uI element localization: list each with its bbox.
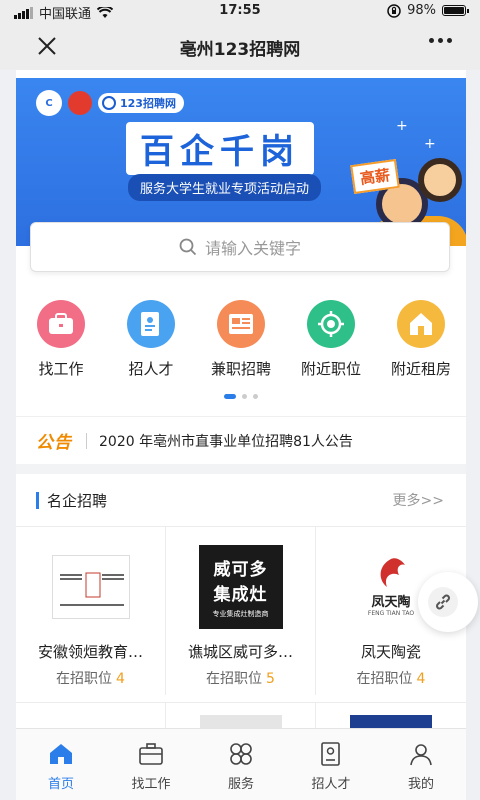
menu-item-part-time[interactable]: 兼职招聘 (196, 300, 286, 384)
search-icon (179, 238, 197, 256)
status-right: 98% (387, 3, 469, 18)
briefcase-icon (37, 300, 85, 348)
banner-person-illustration (418, 158, 462, 202)
company-logo (200, 715, 282, 728)
company-card[interactable] (16, 703, 166, 728)
more-icon[interactable] (429, 38, 452, 43)
section-header: 名企招聘 更多>> (16, 474, 466, 526)
logo-tagline: 专业集成灶制造商 (212, 610, 269, 618)
menu-item-label: 附近职位 (300, 360, 361, 378)
site-logo: 123招聘网 (98, 93, 184, 113)
tab-recruit[interactable]: 招人才 (286, 729, 376, 800)
nav-bar: 亳州123招聘网 (0, 22, 480, 70)
quick-menu: 找工作 招人才 兼职招聘 附近职位 附近租房 (16, 300, 466, 384)
company-card[interactable]: 安徽领烜教育… 在招职位 4 (16, 527, 166, 695)
more-link[interactable]: 更多>> (393, 490, 444, 510)
menu-item-find-job[interactable]: 找工作 (16, 300, 106, 384)
briefcase-icon (139, 743, 163, 765)
section-title: 名企招聘 (47, 491, 108, 510)
target-icon (307, 300, 355, 348)
tab-bar: 首页 找工作 服务 招人才 我的 (16, 728, 466, 800)
org-logo-icon: C (36, 90, 62, 116)
menu-item-nearby-rentals[interactable]: 附近租房 (376, 300, 466, 384)
company-jobs: 在招职位 4 (56, 671, 125, 687)
house-icon (397, 300, 445, 348)
phoenix-icon (380, 558, 405, 587)
tab-label: 找工作 (131, 777, 171, 792)
company-card[interactable] (166, 703, 316, 728)
carousel-indicator (16, 394, 466, 399)
resume-icon (321, 742, 340, 766)
list-card-icon (217, 300, 265, 348)
menu-item-label: 兼职招聘 (210, 360, 271, 378)
logo-text: 集成灶 (213, 585, 268, 605)
tab-label: 服务 (227, 777, 254, 792)
logo-tagline: FENG TIAN TAO (367, 610, 415, 617)
carousel-dot[interactable] (253, 394, 258, 399)
logo-text: 凤天陶 (371, 595, 411, 610)
company-card[interactable]: 威可多 集成灶 专业集成灶制造商 谯城区威可多… 在招职位 5 (166, 527, 316, 695)
company-list-next-row (16, 702, 466, 728)
notice-text[interactable]: 2020 年亳州市直事业单位招聘81人公告 (99, 431, 353, 451)
clover-icon (230, 743, 252, 765)
banner-subtitle: 服务大学生就业专项活动启动 (128, 174, 322, 201)
banner-logos: C 123招聘网 (36, 90, 184, 116)
company-name: 凤天陶瓷 (360, 643, 421, 661)
company-list: 安徽领烜教育… 在招职位 4 威可多 集成灶 专业集成灶制造商 谯城区威可多… 在… (16, 526, 466, 700)
tab-label: 招人才 (311, 777, 351, 792)
menu-item-nearby-jobs[interactable]: 附近职位 (286, 300, 376, 384)
job-count: 4 (116, 671, 125, 687)
search-input[interactable]: 请输入关键字 (30, 222, 450, 272)
page-title: 亳州123招聘网 (179, 40, 301, 60)
tab-services[interactable]: 服务 (196, 729, 286, 800)
link-icon (428, 587, 458, 617)
search-placeholder: 请输入关键字 (204, 239, 301, 258)
page-content[interactable]: C 123招聘网 + + 百企千岗 服务大学生就业专项活动启动 高薪 请输入关键… (16, 70, 466, 728)
tab-label: 我的 (407, 777, 434, 792)
promo-banner[interactable]: C 123招聘网 + + 百企千岗 服务大学生就业专项活动启动 高薪 (16, 78, 466, 246)
section-accent-bar (36, 491, 39, 509)
job-count: 5 (266, 671, 275, 687)
emblem-icon (68, 91, 92, 115)
carousel-dot[interactable] (224, 394, 236, 399)
menu-item-label: 找工作 (38, 360, 84, 378)
company-name: 谯城区威可多… (187, 643, 293, 661)
rotation-lock-icon (387, 3, 401, 18)
company-logo (49, 545, 133, 629)
user-icon (410, 744, 432, 766)
menu-item-recruit[interactable]: 招人才 (106, 300, 196, 384)
tab-find-job[interactable]: 找工作 (106, 729, 196, 800)
battery-percent: 98% (407, 3, 436, 18)
section-gap (16, 464, 466, 474)
company-logo (350, 715, 432, 728)
logo-text: 威可多 (213, 560, 268, 580)
company-logo: 威可多 集成灶 专业集成灶制造商 (198, 545, 283, 629)
job-count: 4 (416, 671, 426, 687)
company-name: 安徽领烜教育… (37, 643, 143, 661)
company-logo: 凤天陶 FENG TIAN TAO (349, 545, 433, 629)
home-icon (50, 744, 72, 764)
menu-item-label: 附近租房 (390, 360, 451, 378)
company-card[interactable] (316, 703, 466, 728)
menu-item-label: 招人才 (128, 360, 174, 378)
carousel-dot[interactable] (242, 394, 247, 399)
battery-icon (442, 5, 469, 16)
divider (86, 432, 87, 449)
status-bar: 中国联通 17:55 98% (0, 0, 480, 22)
notice-tag: 公告 (36, 433, 72, 453)
company-jobs: 在招职位 4 (356, 671, 426, 687)
notice-bar[interactable]: 公告 2020 年亳州市直事业单位招聘81人公告 (16, 416, 466, 464)
resume-icon (127, 300, 175, 348)
sparkle-icon: + (396, 118, 408, 134)
company-jobs: 在招职位 5 (206, 671, 275, 687)
tab-home[interactable]: 首页 (16, 729, 106, 800)
tab-mine[interactable]: 我的 (376, 729, 466, 800)
link-button[interactable] (418, 572, 478, 632)
tab-label: 首页 (47, 777, 74, 792)
banner-title: 百企千岗 (126, 122, 314, 175)
sparkle-icon: + (424, 136, 436, 152)
